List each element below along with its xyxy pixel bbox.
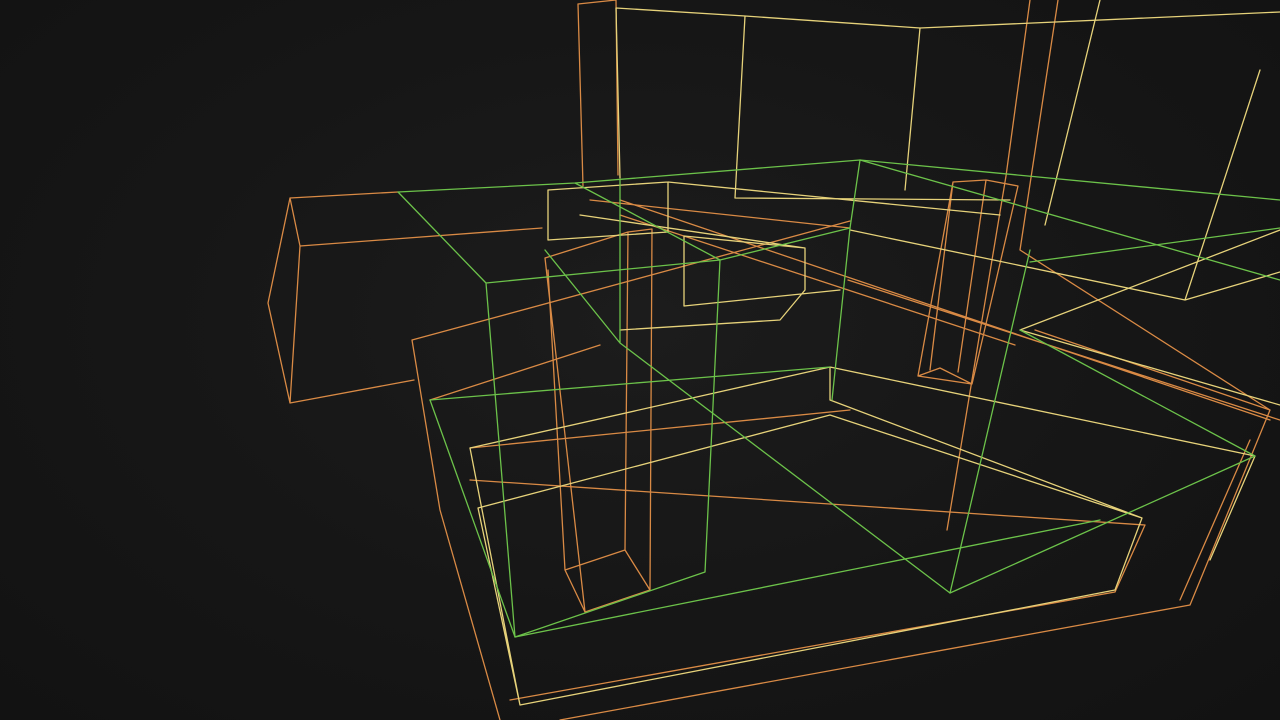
game-viewport[interactable] — [0, 0, 1280, 720]
right-diagonal-frame — [559, 0, 1271, 720]
lower-deck — [469, 366, 1256, 706]
thin-right-pillar — [917, 179, 1019, 385]
floor-edges — [469, 199, 1280, 701]
left-floating-box — [267, 191, 543, 404]
right-building-edge — [849, 0, 1280, 406]
center-pillar — [544, 228, 653, 613]
wireframe-scene[interactable] — [0, 0, 1280, 720]
back-tall-column — [577, 0, 619, 187]
